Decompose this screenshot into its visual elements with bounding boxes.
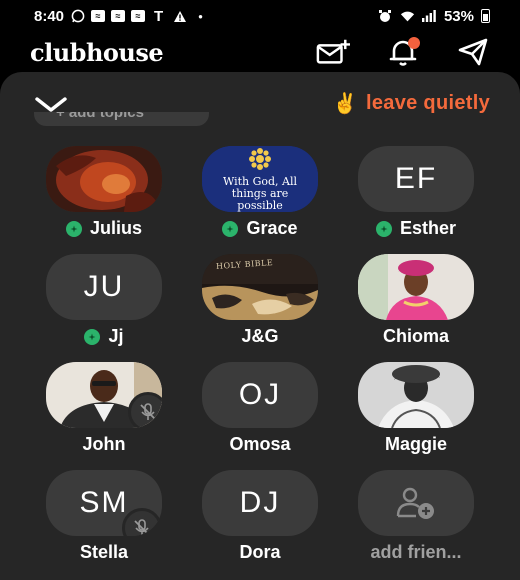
avatar: EF [358, 146, 474, 212]
room-sheet: + add topics ✌️ leave quietly Julius Wit… [0, 72, 520, 580]
wifi-icon [400, 9, 415, 24]
online-indicator [84, 328, 101, 345]
online-indicator [375, 220, 392, 237]
avatar-initials: DJ [239, 486, 281, 519]
mic-off-icon [140, 403, 156, 420]
participant-name: Stella [79, 542, 129, 562]
muted-badge [122, 508, 162, 536]
notification-badge [408, 37, 420, 49]
woman-bw-photo [358, 362, 474, 428]
participant-tile[interactable]: EF Esther [338, 146, 494, 239]
online-indicator [65, 220, 82, 237]
avatar: OJ [202, 362, 318, 428]
app-header: clubhouse [0, 32, 520, 72]
clubhouse-logo: clubhouse [30, 37, 164, 67]
leave-quietly-label: leave quietly [366, 91, 490, 114]
avatar-initials: OJ [238, 378, 282, 411]
participant-tile[interactable]: DJ Dora [182, 470, 338, 563]
avatar [358, 254, 474, 320]
participant-name: Esther [399, 218, 457, 238]
avatar-initials: JU [83, 270, 125, 303]
avatar: JU [46, 254, 162, 320]
status-time: 8:40 [34, 7, 65, 25]
lion-photo [46, 146, 162, 212]
invite-icon [316, 39, 350, 64]
dot-icon: ● [198, 11, 203, 21]
mail-icon: ≈ [111, 10, 126, 22]
add-user-icon [396, 487, 434, 519]
leave-quietly-button[interactable]: ✌️ leave quietly [333, 90, 490, 116]
participant-tile[interactable]: OJ Omosa [182, 362, 338, 455]
mic-off-icon [134, 519, 150, 536]
participant-name: Maggie [384, 434, 447, 454]
card-text: With God, All things are possible [222, 175, 298, 212]
participant-tile[interactable]: SM Stella [26, 470, 182, 563]
avatar-initials: SM [79, 486, 129, 519]
participant-tile[interactable]: Chioma [338, 254, 494, 347]
avatar: HOLY BIBLE [202, 254, 318, 320]
participant-tile[interactable]: HOLY BIBLE J&G [182, 254, 338, 347]
t-mobile-icon: T [153, 7, 164, 25]
participant-name: Dora [239, 542, 281, 562]
avatar: SM [46, 470, 162, 536]
battery-percent: 53% [443, 7, 474, 25]
avatar [358, 362, 474, 428]
mail-icon: ≈ [91, 10, 106, 22]
avatar: DJ [202, 470, 318, 536]
send-icon [458, 38, 488, 66]
avatar: With God, All things are possible [202, 146, 318, 212]
participant-name: Grace [246, 218, 298, 238]
participant-name: Julius [89, 218, 142, 238]
add-friend-button[interactable] [358, 470, 474, 536]
signal-icon [422, 9, 437, 24]
peace-sign-emoji: ✌️ [332, 92, 359, 115]
warning-icon [172, 9, 187, 24]
participant-tile[interactable]: JU Jj [26, 254, 182, 347]
participant-tile[interactable]: Julius [26, 146, 182, 239]
participant-name: Jj [108, 326, 124, 346]
avatar [46, 146, 162, 212]
add-topics-label: + add topics [56, 112, 144, 121]
participant-tile[interactable]: With God, All things are possible Grace [182, 146, 338, 239]
participant-name: John [82, 434, 126, 454]
avatar [46, 362, 162, 428]
add-friend-label: add frien... [370, 542, 462, 562]
avatar-initials: EF [394, 162, 438, 195]
notifications-button[interactable] [386, 35, 420, 69]
participant-tile[interactable]: Maggie [338, 362, 494, 455]
participant-name: Chioma [382, 326, 449, 346]
alarm-icon [378, 9, 393, 24]
muted-badge [128, 392, 162, 428]
participant-name: Omosa [229, 434, 291, 454]
mail-icon: ≈ [131, 10, 146, 22]
whatsapp-icon [70, 9, 85, 24]
messages-button[interactable] [456, 35, 490, 69]
status-bar: 8:40 ≈ ≈ ≈ T ● 53% [0, 0, 520, 32]
chevron-down-icon[interactable] [34, 92, 68, 116]
participant-tile[interactable]: John [26, 362, 182, 455]
invite-button[interactable] [316, 35, 350, 69]
participant-name: J&G [241, 326, 279, 346]
online-indicator [222, 220, 239, 237]
add-friend-tile[interactable]: add frien... [338, 470, 494, 563]
woman-pink-photo [358, 254, 474, 320]
battery-icon [481, 9, 490, 23]
